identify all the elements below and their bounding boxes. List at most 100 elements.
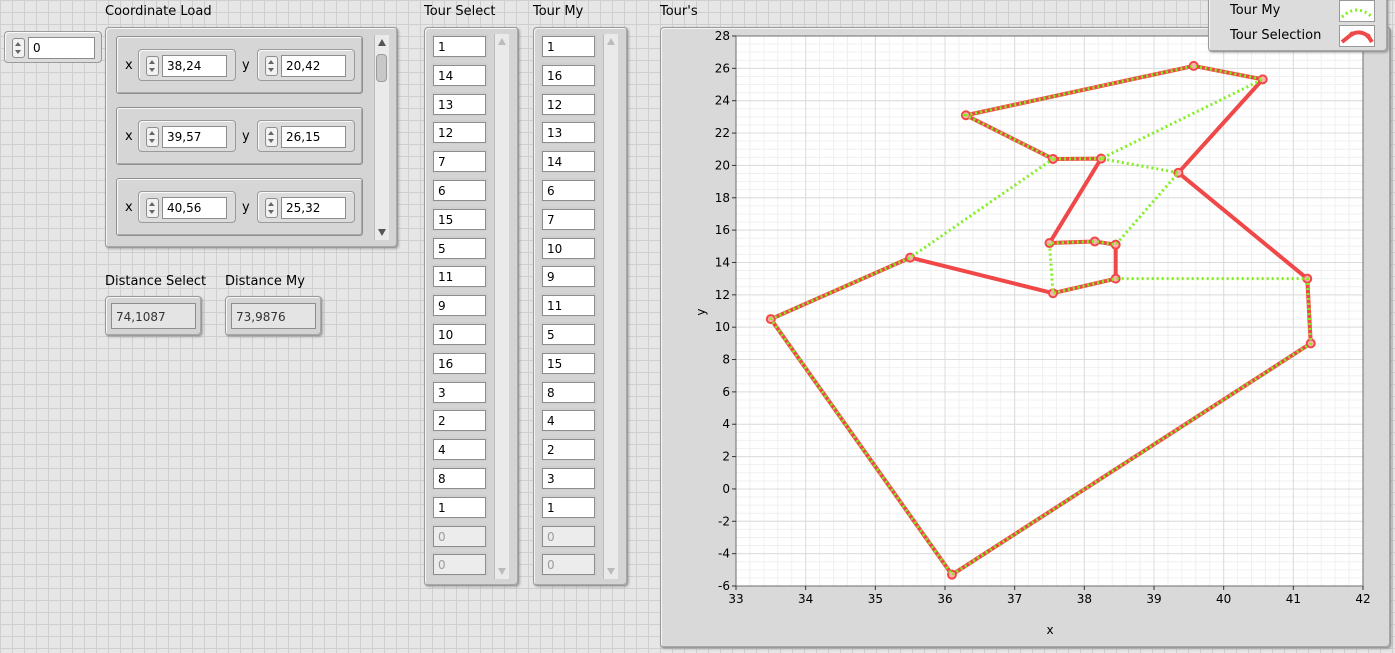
element-field[interactable]: 11 [433, 266, 486, 288]
legend-swatch-tour-selection [1339, 25, 1375, 47]
array-element: 10 [540, 235, 597, 260]
graph-label: Tour's [660, 4, 698, 19]
array-element: 10 [431, 322, 488, 346]
coordinate-scrollbar[interactable] [374, 35, 389, 240]
element-field[interactable]: 15 [433, 208, 486, 230]
x-label: x [125, 129, 133, 144]
coordinate-cluster: x 39,57 y 26,15 [116, 107, 363, 165]
element-field[interactable]: 9 [542, 266, 595, 288]
x-spinner[interactable] [146, 198, 159, 218]
element-field[interactable]: 12 [433, 122, 486, 144]
distance-my-label: Distance My [225, 274, 305, 289]
array-index-field[interactable]: 0 [28, 37, 95, 59]
scroll-thumb[interactable] [376, 54, 387, 82]
y-tick-label: 28 [715, 29, 730, 43]
y-spinner[interactable] [265, 56, 278, 76]
index-spinner[interactable] [12, 38, 25, 58]
y-tick-label: 18 [715, 191, 730, 205]
scroll-up-icon[interactable] [607, 38, 615, 45]
element-field[interactable]: 1 [433, 496, 486, 518]
x-tick-label: 41 [1286, 592, 1301, 606]
y-spinner[interactable] [265, 127, 278, 147]
y-tick-label: 26 [715, 61, 730, 75]
element-field[interactable]: 6 [433, 180, 486, 201]
x-spinner[interactable] [146, 56, 159, 76]
element-field[interactable]: 8 [542, 381, 595, 403]
distance-select-value: 74,1087 [111, 303, 196, 329]
scroll-up-icon[interactable] [378, 39, 386, 46]
y-spinner[interactable] [265, 198, 278, 218]
x-label: x [125, 58, 133, 73]
element-field[interactable]: 10 [542, 237, 595, 259]
element-field[interactable]: 16 [542, 64, 595, 86]
x-tick-label: 40 [1216, 592, 1231, 606]
y-axis-label: y [694, 308, 708, 315]
x-field[interactable]: 38,24 [162, 55, 227, 77]
element-field[interactable]: 6 [542, 180, 595, 201]
element-field[interactable]: 4 [433, 439, 486, 461]
array-element: 2 [540, 437, 597, 462]
element-field[interactable]: 16 [433, 352, 486, 374]
array-element: 15 [540, 350, 597, 375]
y-tick-label: 0 [722, 482, 730, 496]
element-field[interactable]: 2 [433, 410, 486, 432]
element-field[interactable]: 3 [433, 381, 486, 403]
x-field[interactable]: 39,57 [162, 126, 227, 148]
empty-element-field[interactable]: 0 [542, 554, 595, 576]
legend-label-tour-selection: Tour Selection [1230, 28, 1322, 43]
x-field[interactable]: 40,56 [162, 197, 227, 219]
empty-element-field[interactable]: 0 [433, 525, 486, 547]
y-tick-label: -4 [718, 547, 730, 561]
x-tick-label: 37 [1007, 592, 1022, 606]
element-field[interactable]: 13 [433, 93, 486, 115]
y-field[interactable]: 20,42 [281, 55, 346, 77]
element-field[interactable]: 1 [542, 36, 595, 57]
array-element: 11 [431, 264, 488, 289]
tour-select-label: Tour Select [424, 4, 496, 19]
y-field[interactable]: 26,15 [281, 126, 346, 148]
array-element: 6 [431, 178, 488, 202]
y-label: y [242, 129, 250, 144]
scroll-up-icon[interactable] [498, 38, 506, 45]
array-element: 5 [540, 322, 597, 346]
element-field[interactable]: 2 [542, 439, 595, 461]
element-field[interactable]: 14 [542, 151, 595, 173]
tours-graph: 33 34 35 36 37 38 39 40 41 42 -6 -4 -2 0 2 4 6 8 10 12 14 16 1… [660, 27, 1391, 648]
element-field[interactable]: 4 [542, 410, 595, 432]
element-field[interactable]: 1 [433, 36, 486, 57]
x-spinner[interactable] [146, 127, 159, 147]
tour-select-scrollbar[interactable] [494, 34, 509, 579]
element-field[interactable]: 7 [542, 208, 595, 230]
scroll-down-icon[interactable] [498, 568, 506, 575]
x-tick-label: 39 [1146, 592, 1161, 606]
legend-item-tour-my[interactable]: Tour My [1213, 0, 1383, 23]
element-field[interactable]: 13 [542, 122, 595, 144]
element-field[interactable]: 11 [542, 295, 595, 317]
element-field[interactable]: 1 [542, 496, 595, 518]
element-field[interactable]: 10 [433, 324, 486, 345]
element-field[interactable]: 15 [542, 352, 595, 374]
array-element: 1 [540, 34, 597, 58]
element-field[interactable]: 12 [542, 93, 595, 115]
array-element: 16 [431, 350, 488, 375]
array-element: 3 [431, 379, 488, 404]
element-field[interactable]: 3 [542, 468, 595, 489]
element-field[interactable]: 5 [542, 324, 595, 345]
array-element: 5 [431, 235, 488, 260]
legend-item-tour-selection[interactable]: Tour Selection [1213, 25, 1383, 49]
empty-element-field[interactable]: 0 [542, 525, 595, 547]
y-field[interactable]: 25,32 [281, 197, 346, 219]
empty-element-field[interactable]: 0 [433, 554, 486, 576]
y-label: y [242, 200, 250, 215]
scroll-down-icon[interactable] [607, 568, 615, 575]
element-field[interactable]: 7 [433, 151, 486, 173]
element-field[interactable]: 9 [433, 295, 486, 317]
array-element: 6 [540, 178, 597, 202]
scroll-down-icon[interactable] [378, 229, 386, 236]
element-field[interactable]: 5 [433, 237, 486, 259]
element-field[interactable]: 8 [433, 468, 486, 489]
tour-my-scrollbar[interactable] [603, 34, 618, 579]
y-tick-label: 8 [722, 353, 730, 367]
array-element: 7 [540, 206, 597, 231]
element-field[interactable]: 14 [433, 64, 486, 86]
